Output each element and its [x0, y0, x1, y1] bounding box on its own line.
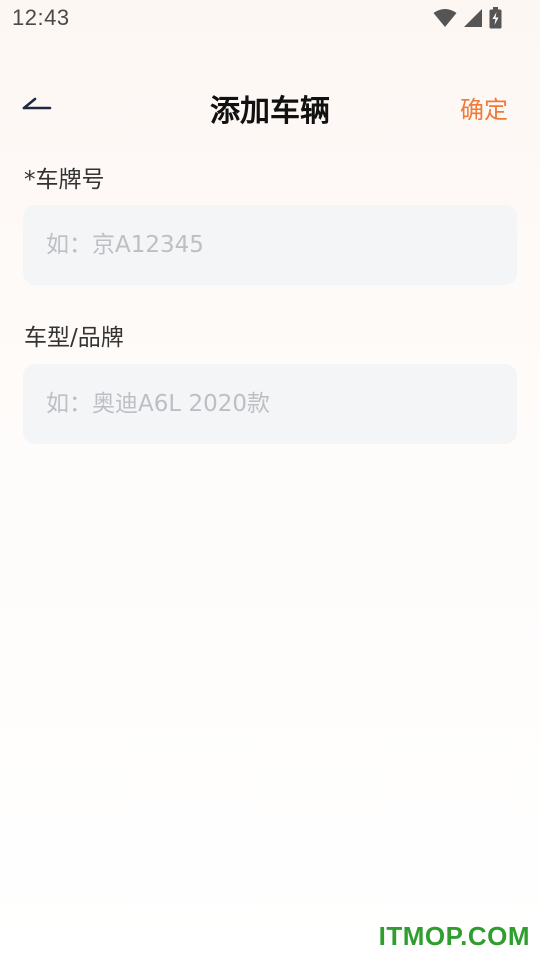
status-bar: 12:43	[0, 0, 540, 38]
vehicle-model-input[interactable]	[23, 364, 517, 444]
vehicle-model-label: 车型/品牌	[24, 325, 124, 351]
plate-number-label: *车牌号	[24, 167, 105, 193]
nav-bar: 添加车辆 确定	[0, 78, 540, 134]
battery-charging-icon	[489, 7, 502, 29]
wifi-icon	[433, 8, 457, 28]
plate-number-input[interactable]	[23, 205, 517, 285]
plate-number-field[interactable]	[23, 205, 517, 285]
watermark-logo: ITMOP.COM	[378, 921, 530, 951]
signal-icon	[463, 8, 483, 28]
page-title: 添加车辆	[210, 94, 330, 129]
vehicle-model-field[interactable]	[23, 364, 517, 444]
status-time: 12:43	[12, 5, 70, 30]
status-icons	[433, 7, 502, 29]
confirm-button[interactable]: 确定	[460, 90, 508, 125]
